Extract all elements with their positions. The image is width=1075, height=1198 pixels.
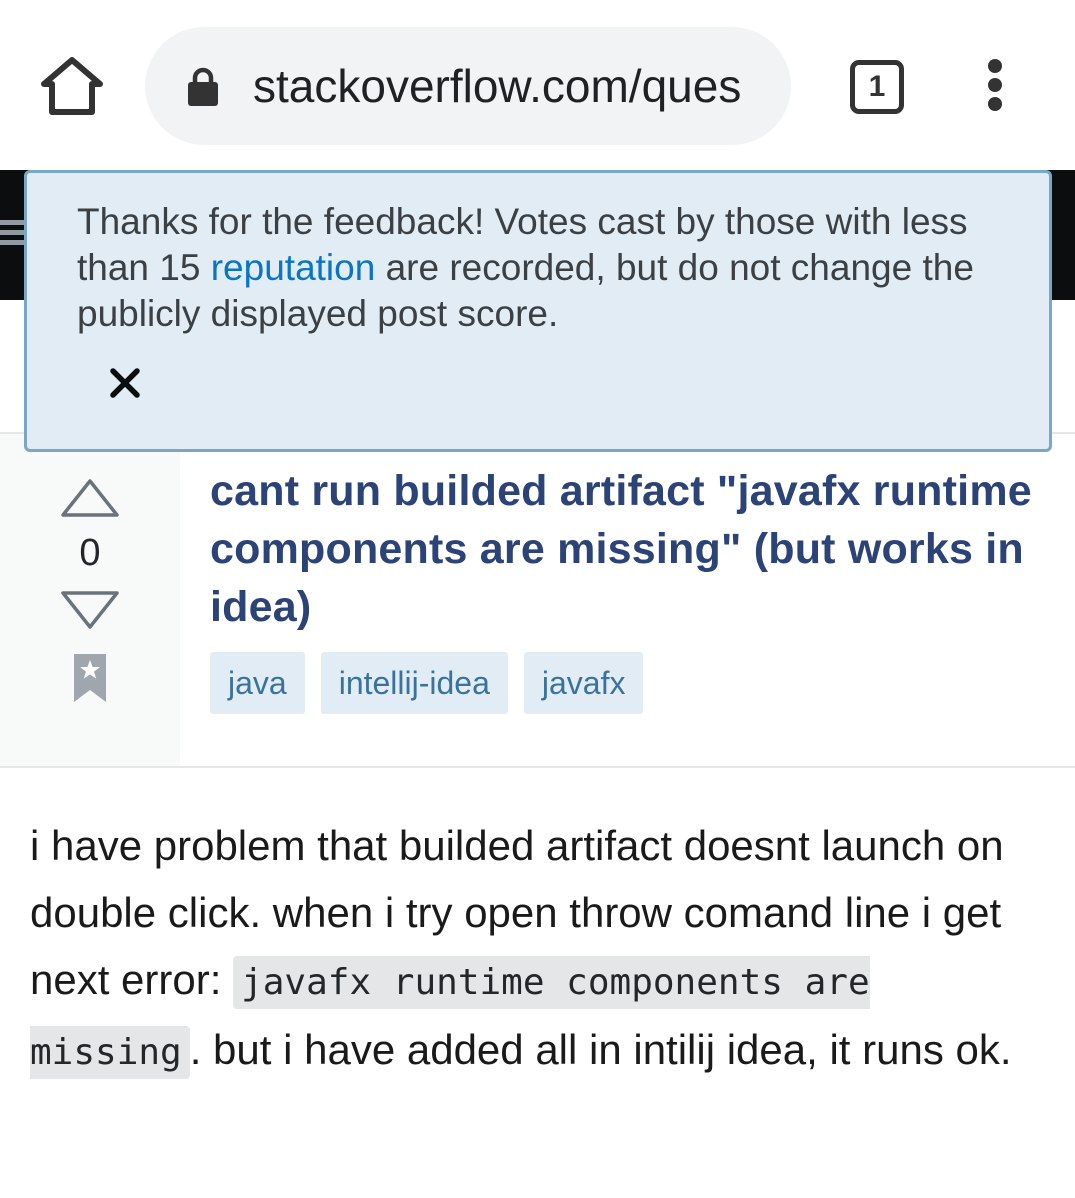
tab-switcher-button[interactable]: 1 <box>846 56 904 114</box>
question-title[interactable]: cant run builded artifact "javafx runtim… <box>210 462 1055 636</box>
tag-javafx[interactable]: javafx <box>523 652 644 714</box>
bookmark-icon[interactable] <box>74 654 106 702</box>
url-text: stackoverflow.com/ques <box>253 60 742 112</box>
lock-icon <box>187 67 219 107</box>
tag-intellij-idea[interactable]: intellij-idea <box>320 652 508 714</box>
notice-message: Thanks for the feedback! Votes cast by t… <box>77 199 1017 337</box>
tag-java[interactable]: java <box>210 652 305 714</box>
vote-count: 0 <box>79 532 101 574</box>
vote-feedback-notice: Thanks for the feedback! Votes cast by t… <box>24 170 1052 452</box>
reputation-link[interactable]: reputation <box>211 247 376 288</box>
tag-list: java intellij-idea javafx <box>210 652 644 714</box>
more-vert-icon[interactable] <box>975 55 1015 115</box>
divider <box>0 766 1075 768</box>
home-icon[interactable] <box>40 56 104 116</box>
address-bar[interactable]: stackoverflow.com/ques <box>145 27 791 145</box>
question-body: i have problem that builded artifact doe… <box>30 812 1050 1086</box>
hamburger-menu-icon[interactable] <box>0 214 24 250</box>
downvote-icon[interactable] <box>60 590 120 630</box>
browser-toolbar: stackoverflow.com/ques 1 <box>0 0 1075 170</box>
tab-count: 1 <box>850 60 904 114</box>
close-icon[interactable] <box>107 365 143 401</box>
body-text-end: . but i have added all in intilij idea, … <box>189 1026 1012 1073</box>
upvote-icon[interactable] <box>60 478 120 518</box>
